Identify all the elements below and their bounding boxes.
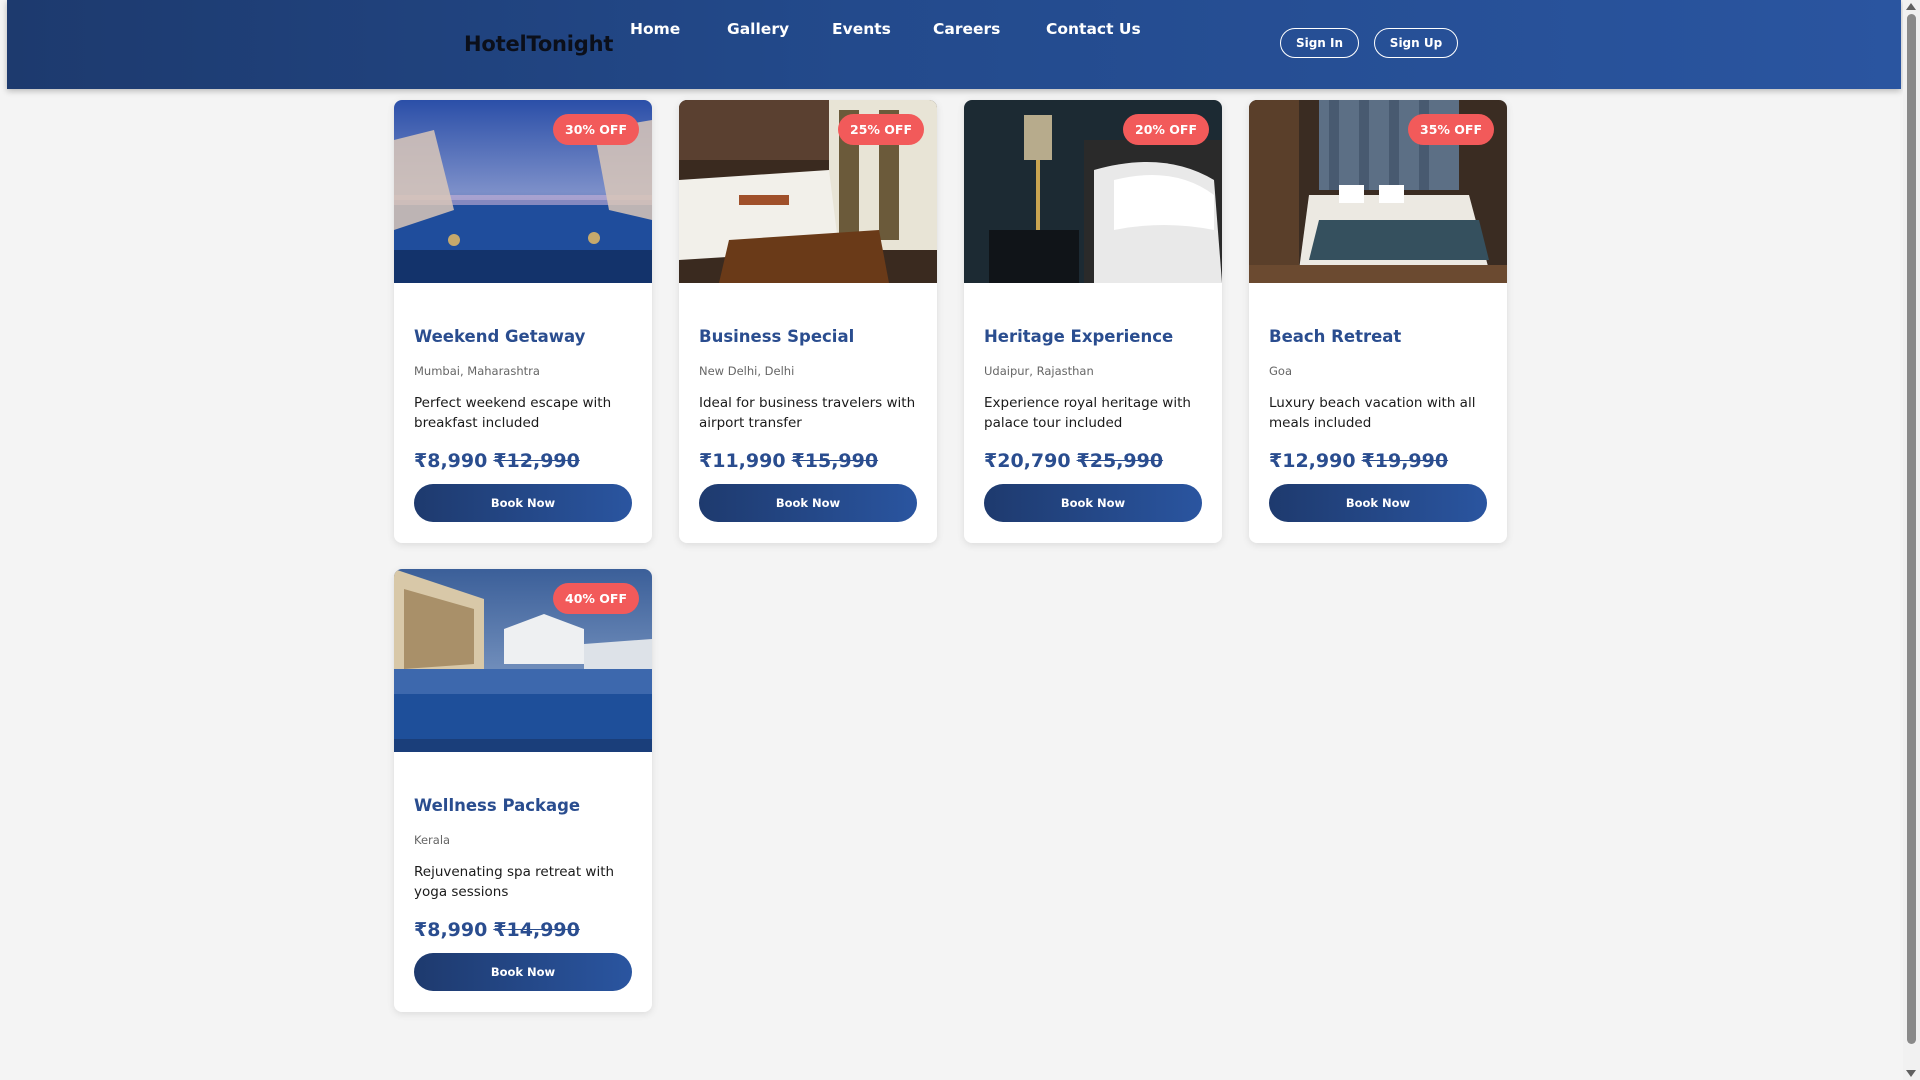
nav-home[interactable]: Home (630, 20, 680, 38)
offer-description: Luxury beach vacation with all meals inc… (1269, 395, 1476, 431)
offer-description: Experience royal heritage with palace to… (984, 395, 1191, 431)
top-navbar: HotelTonight Home Gallery Events Careers… (7, 0, 1901, 89)
offer-price: ₹11,990 ₹15,990 (699, 450, 878, 472)
offer-location: Udaipur, Rajasthan (984, 364, 1094, 378)
scroll-down-icon[interactable] (1906, 1070, 1916, 1077)
offer-description: Rejuvenating spa retreat with yoga sessi… (414, 864, 615, 900)
nav-contact-us[interactable]: Contact Us (1046, 20, 1141, 38)
book-now-button[interactable]: Book Now (699, 484, 917, 522)
offer-card: 20% OFF Heritage Experience Udaipur, Raj… (964, 100, 1222, 543)
sign-in-button[interactable]: Sign In (1280, 28, 1359, 58)
original-price: ₹12,990 (493, 450, 580, 472)
offer-title: Heritage Experience (984, 327, 1174, 346)
current-price: ₹12,990 (1269, 450, 1356, 472)
offer-card: 40% OFF Wellness Package Kerala Rejuvena… (394, 569, 652, 1012)
offer-location: Kerala (414, 833, 451, 847)
offer-price: ₹12,990 ₹19,990 (1269, 450, 1448, 472)
nav-gallery[interactable]: Gallery (727, 20, 789, 38)
current-price: ₹20,790 (984, 450, 1071, 472)
offer-description: Ideal for business travelers with airpor… (699, 395, 916, 431)
current-price: ₹8,990 (414, 450, 488, 472)
scroll-up-icon[interactable] (1906, 3, 1916, 10)
offer-title: Weekend Getaway (414, 327, 586, 346)
nav-careers[interactable]: Careers (933, 20, 1000, 38)
original-price: ₹14,990 (493, 919, 580, 941)
offer-card: 35% OFF Beach Retreat Goa Luxury beach v… (1249, 100, 1507, 543)
offer-card: 30% OFF Weekend Getaway Mumbai, Maharash… (394, 100, 652, 543)
discount-badge: 25% OFF (838, 114, 924, 145)
discount-badge: 35% OFF (1408, 114, 1494, 145)
original-price: ₹19,990 (1361, 450, 1449, 472)
offer-price: ₹8,990 ₹14,990 (414, 919, 580, 941)
book-now-button[interactable]: Book Now (984, 484, 1202, 522)
vertical-scrollbar[interactable] (1903, 0, 1920, 1080)
book-now-button[interactable]: Book Now (414, 953, 632, 991)
offer-title: Wellness Package (414, 796, 581, 815)
original-price: ₹25,990 (1076, 450, 1164, 472)
offer-card: 25% OFF Business Special New Delhi, Delh… (679, 100, 937, 543)
offer-description: Perfect weekend escape with breakfast in… (414, 395, 612, 431)
original-price: ₹15,990 (791, 450, 879, 472)
offer-title: Beach Retreat (1269, 327, 1402, 346)
site-logo[interactable]: HotelTonight (464, 32, 613, 56)
offer-location: Mumbai, Maharashtra (414, 364, 540, 378)
nav-events[interactable]: Events (832, 20, 891, 38)
book-now-button[interactable]: Book Now (1269, 484, 1487, 522)
sign-up-button[interactable]: Sign Up (1374, 28, 1458, 58)
scrollbar-thumb[interactable] (1907, 14, 1916, 1044)
offer-location: Goa (1269, 364, 1292, 378)
current-price: ₹11,990 (699, 450, 786, 472)
discount-badge: 20% OFF (1123, 114, 1209, 145)
discount-badge: 40% OFF (553, 583, 639, 614)
offer-price: ₹20,790 ₹25,990 (984, 450, 1163, 472)
offer-title: Business Special (699, 327, 855, 346)
book-now-button[interactable]: Book Now (414, 484, 632, 522)
offer-location: New Delhi, Delhi (699, 364, 795, 378)
discount-badge: 30% OFF (553, 114, 639, 145)
current-price: ₹8,990 (414, 919, 488, 941)
offer-price: ₹8,990 ₹12,990 (414, 450, 580, 472)
